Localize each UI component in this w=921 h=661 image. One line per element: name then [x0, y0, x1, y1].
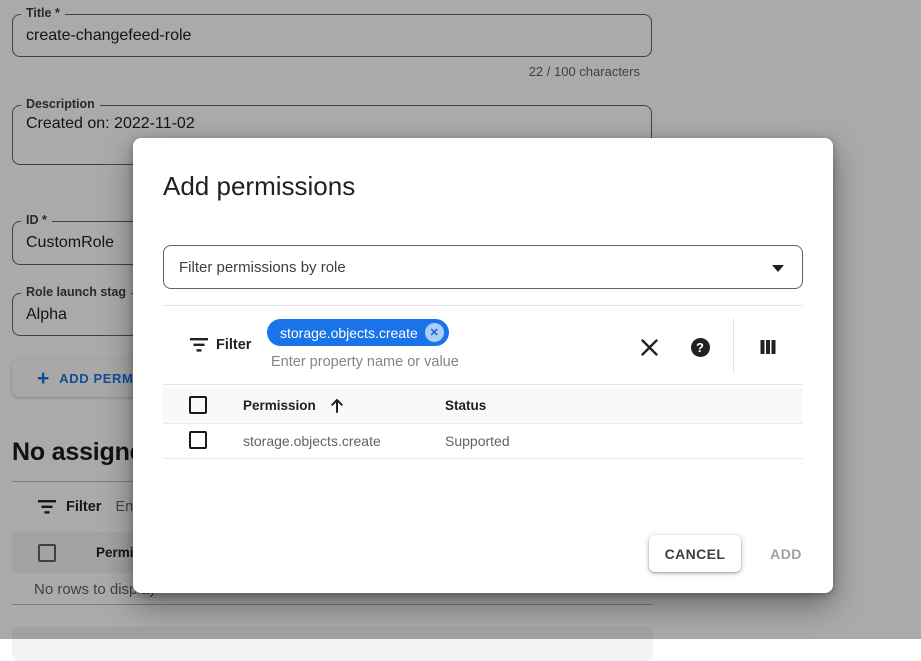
permissions-filter-toolbar: Filter storage.objects.create ✕ Enter pr… — [163, 305, 803, 385]
dialog-title: Add permissions — [163, 171, 355, 202]
permission-column-header[interactable]: Permission — [243, 388, 316, 424]
close-icon — [641, 339, 658, 356]
clear-filters-button[interactable] — [637, 335, 661, 359]
filter-icon — [190, 338, 208, 352]
add-permissions-dialog: Add permissions Filter permissions by ro… — [133, 138, 833, 593]
help-button[interactable]: ? — [688, 335, 712, 359]
filter-permissions-by-role-select[interactable]: Filter permissions by role — [163, 245, 803, 289]
permission-cell: storage.objects.create — [243, 424, 381, 459]
columns-icon — [760, 339, 776, 355]
column-display-options-button[interactable] — [756, 335, 780, 359]
chip-remove-icon[interactable]: ✕ — [425, 323, 444, 342]
filter-button[interactable]: Filter — [190, 337, 251, 353]
filter-input[interactable]: Enter property name or value — [271, 354, 459, 370]
status-column-header[interactable]: Status — [445, 388, 486, 424]
chevron-down-icon — [772, 265, 784, 272]
select-all-checkbox[interactable] — [189, 396, 207, 414]
help-icon: ? — [691, 338, 710, 357]
filter-chip-value: storage.objects.create — [280, 325, 418, 341]
add-button[interactable]: ADD — [758, 535, 814, 572]
role-select-placeholder: Filter permissions by role — [164, 259, 346, 276]
toolbar-divider — [733, 318, 734, 374]
permissions-table-header: Permission Status — [163, 388, 803, 424]
permission-table-row[interactable]: storage.objects.create Supported — [163, 424, 803, 459]
sort-ascending-icon[interactable] — [329, 397, 345, 414]
row-checkbox[interactable] — [189, 431, 207, 449]
cancel-button[interactable]: CANCEL — [649, 535, 741, 572]
filter-chip[interactable]: storage.objects.create ✕ — [267, 319, 449, 346]
status-cell: Supported — [445, 424, 510, 459]
filter-label: Filter — [216, 337, 251, 353]
